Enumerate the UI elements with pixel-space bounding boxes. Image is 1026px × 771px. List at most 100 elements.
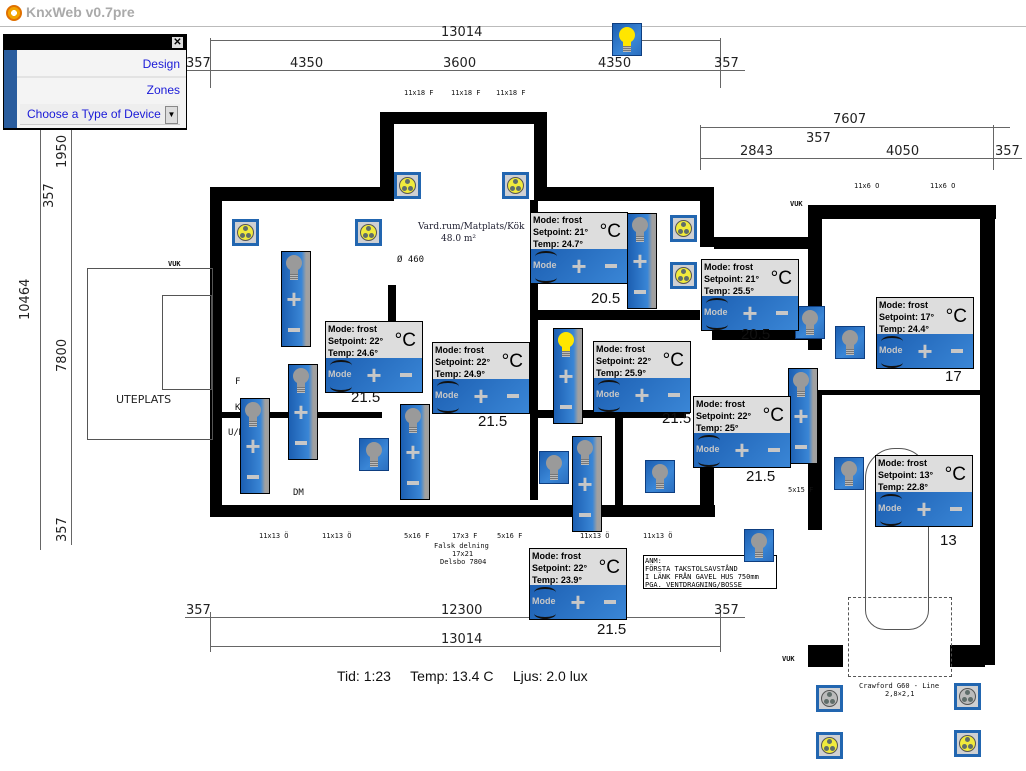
setpoint-up-button[interactable]: + [726,433,758,467]
dim-up-button[interactable]: + [789,400,813,431]
light-toggle-button[interactable] [539,451,569,484]
light-toggle-button[interactable] [573,437,597,468]
socket-hole [516,186,521,191]
socket-outlet-icon[interactable] [954,683,981,710]
dim-down-button[interactable] [401,467,425,498]
light-toggle-button[interactable] [612,23,642,56]
socket-outlet-icon[interactable] [670,262,697,289]
setpoint-up-button[interactable]: + [734,296,766,330]
socket-outlet-icon[interactable] [502,172,529,199]
light-toggle-button[interactable] [401,405,425,436]
socket-outlet-icon[interactable] [355,219,382,246]
mode-button[interactable]: Mode [876,492,908,526]
cycle-arrow-icon [598,401,620,412]
socket-outlet-icon[interactable] [670,215,697,242]
dim-left-seg: 357 [42,183,57,208]
minus-icon [795,444,807,449]
setpoint-down-button[interactable] [940,492,972,526]
light-toggle-button[interactable] [789,369,813,400]
mode-button[interactable]: Mode [433,379,465,413]
socket-hole [678,229,683,234]
minus-icon [288,327,300,332]
light-toggle-button[interactable] [835,326,865,359]
cycle-arrow-icon [706,319,728,330]
dim-up-button[interactable]: + [554,360,578,391]
setpoint-down-button[interactable] [497,379,529,413]
window-label: 11x18 F [404,89,434,97]
plus-icon: + [917,336,933,366]
dim-up-button[interactable]: + [289,396,313,427]
device-type-select[interactable]: Choose a Type of Device ▼ [20,104,180,125]
setpoint-down-button[interactable] [658,378,690,412]
light-toggle-button[interactable] [554,329,578,360]
thermostat-mode: Mode: frost [532,551,581,561]
dim-up-button[interactable]: + [401,436,425,467]
thermostat-mode: Mode: frost [878,458,927,468]
dim-down-button[interactable] [554,391,578,422]
setpoint-up-button[interactable]: + [465,379,497,413]
light-toggle-button[interactable] [289,365,313,396]
socket-outlet-icon[interactable] [816,732,843,759]
cycle-arrow-icon [880,515,902,526]
setpoint-down-button[interactable] [595,249,627,283]
socket-disc [959,688,976,705]
setpoint-down-button[interactable] [390,358,422,392]
setpoint-up-button[interactable]: + [626,378,658,412]
light-toggle-button[interactable] [744,529,774,562]
dim-up-button[interactable]: + [628,245,652,276]
light-toggle-button[interactable] [628,214,652,245]
zones-link[interactable]: Zones [147,83,180,97]
design-link[interactable]: Design [143,57,180,71]
dimmer-control: + [788,368,818,464]
light-toggle-button[interactable] [834,457,864,490]
chevron-down-icon[interactable]: ▼ [165,106,178,124]
light-toggle-button[interactable] [359,438,389,471]
light-toggle-button[interactable] [241,399,265,430]
status-temp: Temp: 13.4 C [410,668,494,684]
celsius-unit: °C [599,221,621,242]
light-bulb-icon [750,532,768,559]
mode-button[interactable]: Mode [694,433,726,467]
plus-icon: + [366,360,382,390]
socket-outlet-icon[interactable] [816,685,843,712]
light-bulb-icon [244,401,262,428]
light-bulb-icon [618,26,636,53]
setpoint-down-button[interactable] [941,334,973,368]
dimmer-control: + [572,436,602,532]
dim-down-button[interactable] [289,427,313,458]
setpoint-up-button[interactable]: + [358,358,390,392]
setpoint-down-button[interactable] [758,433,790,467]
setpoint-up-button[interactable]: + [909,334,941,368]
mode-button[interactable]: Mode [530,585,562,619]
mode-button[interactable]: Mode [531,249,563,283]
light-toggle-button[interactable] [795,306,825,339]
socket-hole [402,186,407,191]
dim-down-button[interactable] [241,461,265,492]
setpoint-down-button[interactable] [766,296,798,330]
mode-button[interactable]: Mode [326,358,358,392]
dim-up-button[interactable]: + [573,468,597,499]
mode-button[interactable]: Mode [877,334,909,368]
setpoint-up-button[interactable]: + [562,585,594,619]
setpoint-up-button[interactable]: + [563,249,595,283]
window-label: 11x6 O [930,182,956,190]
light-toggle-button[interactable] [645,460,675,493]
setpoint-up-button[interactable]: + [908,492,940,526]
dim-up-button[interactable]: + [241,430,265,461]
light-toggle-button[interactable] [282,252,306,283]
light-bulb-icon [631,216,649,243]
socket-outlet-icon[interactable] [232,219,259,246]
socket-outlet-icon[interactable] [394,172,421,199]
thermostat-mode: Mode: frost [879,300,928,310]
close-icon[interactable]: ✕ [172,37,183,48]
socket-outlet-icon[interactable] [954,730,981,757]
window-label: 11x13 Ö [643,532,673,540]
mode-button[interactable]: Mode [594,378,626,412]
mode-button[interactable]: Mode [702,296,734,330]
setpoint-down-button[interactable] [594,585,626,619]
dim-down-button[interactable] [789,431,813,462]
dim-up-button[interactable]: + [282,283,306,314]
dim-down-button[interactable] [282,314,306,345]
dim-down-button[interactable] [573,499,597,530]
dim-down-button[interactable] [628,276,652,307]
